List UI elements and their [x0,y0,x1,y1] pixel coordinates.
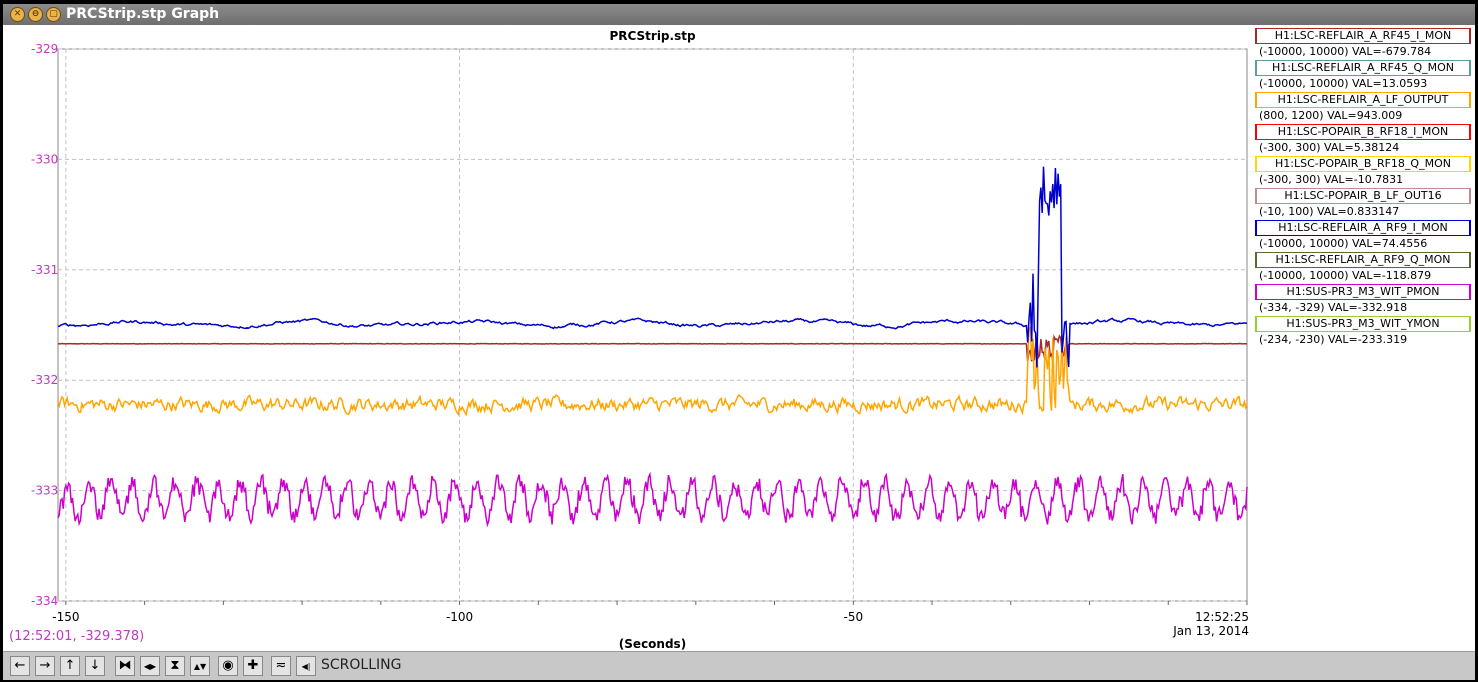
maximize-button[interactable]: ▢ [46,7,61,22]
legend-channel-name: H1:LSC-REFLAIR_A_RF45_I_MON [1255,28,1471,44]
maximize-icon: ▢ [49,9,58,19]
zoom-out-y-button[interactable]: ▲▼ [190,656,210,676]
minimize-button[interactable]: ⊖ [28,7,43,22]
legend-channel-range: (-234, -230) VAL=-233.319 [1259,333,1408,346]
legend-channel-name: H1:SUS-PR3_M3_WIT_PMON [1255,284,1471,300]
zoom-in-y-icon: ⧗ [170,658,180,673]
channel-legend: H1:LSC-REFLAIR_A_RF45_I_MON (-10000, 1000… [1255,28,1473,348]
arrow-left-icon: ← [14,658,26,673]
scroll-right-button[interactable]: → [35,656,55,676]
legend-channel-range: (-10000, 10000) VAL=13.0593 [1259,77,1428,90]
pan-icon: ≂ [275,658,287,673]
scroll-down-button[interactable]: ↓ [85,656,105,676]
y-tick-label: -329 [31,42,58,56]
y-tick-label: -332 [31,373,58,387]
strip-chart[interactable]: PRCStrip.stp (Seconds) -329 -330 -331 -332 -33… [3,25,1251,651]
y-tick-label: -330 [31,152,58,166]
scroll-mode-label: SCROLLING [321,657,402,673]
x-axis-label: (Seconds) [619,637,686,651]
legend-item[interactable]: H1:LSC-POPAIR_B_LF_OUT16 (-10, 100) VAL=0… [1255,188,1473,220]
toolbar: ← → ↑ ↓ ⧓ ◀▶ ⧗ ▲▼ ◉ ✚ ≂ ◀| SCROLLING [3,651,1475,680]
x-tick-label: -50 [843,610,863,624]
close-button[interactable]: ✕ [10,7,25,22]
zoom-in-y-button[interactable]: ⧗ [165,656,185,676]
strip-graph-window: ✕ ⊖ ▢ PRCStrip.stp Graph PRCStrip.stp (Seco… [3,4,1475,680]
legend-channel-range: (-10000, 10000) VAL=-118.879 [1259,269,1432,282]
zoom-out-x-icon: ◀▶ [143,662,157,671]
x-end-time-label: 12:52:25 [1195,610,1249,624]
legend-item[interactable]: H1:LSC-POPAIR_B_RF18_Q_MON (-300, 300) VA… [1255,156,1473,188]
arrow-down-icon: ↓ [89,658,101,673]
close-icon: ✕ [13,9,22,19]
legend-channel-range: (-10000, 10000) VAL=74.4556 [1259,237,1428,250]
zoom-out-x-button[interactable]: ◀▶ [140,656,160,676]
x-end-time-label: Jan 13, 2014 [1172,624,1249,638]
legend-item[interactable]: H1:SUS-PR3_M3_WIT_YMON (-234, -230) VAL=-… [1255,316,1473,348]
legend-channel-name: H1:LSC-POPAIR_B_LF_OUT16 [1255,188,1471,204]
legend-item[interactable]: H1:SUS-PR3_M3_WIT_PMON (-334, -329) VAL=-… [1255,284,1473,316]
minimize-icon: ⊖ [31,9,40,19]
legend-channel-name: H1:LSC-REFLAIR_A_RF45_Q_MON [1255,60,1471,76]
y-tick-label: -334 [31,594,58,608]
legend-channel-name: H1:LSC-POPAIR_B_RF18_I_MON [1255,124,1471,140]
auto-scale-button[interactable]: ✚ [243,656,263,676]
scroll-left-button[interactable]: ← [10,656,30,676]
legend-channel-range: (-334, -329) VAL=-332.918 [1259,301,1408,314]
legend-channel-name: H1:LSC-POPAIR_B_RF18_Q_MON [1255,156,1471,172]
legend-item[interactable]: H1:LSC-REFLAIR_A_RF9_Q_MON (-10000, 10000… [1255,252,1473,284]
zoom-in-x-button[interactable]: ⧓ [115,656,135,676]
legend-item[interactable]: H1:LSC-POPAIR_B_RF18_I_MON (-300, 300) VA… [1255,124,1473,156]
legend-channel-range: (-10, 100) VAL=0.833147 [1259,205,1400,218]
plus-icon: ✚ [247,658,259,673]
legend-item[interactable]: H1:LSC-REFLAIR_A_RF45_I_MON (-10000, 1000… [1255,28,1473,60]
arrow-right-icon: → [39,658,51,673]
y-tick-label: -333 [31,484,58,498]
y-tick-label: -331 [31,263,58,277]
legend-channel-range: (-300, 300) VAL=5.38124 [1259,141,1400,154]
legend-item[interactable]: H1:LSC-REFLAIR_A_RF45_Q_MON (-10000, 1000… [1255,60,1473,92]
scroll-toggle-icon: ◀| [301,662,311,671]
legend-channel-name: H1:SUS-PR3_M3_WIT_YMON [1255,316,1471,332]
legend-channel-range: (-300, 300) VAL=-10.7831 [1259,173,1404,186]
cursor-coordinates-readout: (12:52:01, -329.378) [9,629,145,644]
legend-channel-name: H1:LSC-REFLAIR_A_RF9_Q_MON [1255,252,1471,268]
scroll-up-button[interactable]: ↑ [60,656,80,676]
zoom-box-button[interactable]: ◉ [218,656,238,676]
legend-item[interactable]: H1:LSC-REFLAIR_A_LF_OUTPUT (800, 1200) VA… [1255,92,1473,124]
chart-title: PRCStrip.stp [609,29,696,43]
title-bar[interactable]: ✕ ⊖ ▢ PRCStrip.stp Graph [3,4,1475,25]
legend-channel-name: H1:LSC-REFLAIR_A_LF_OUTPUT [1255,92,1471,108]
arrow-up-icon: ↑ [64,658,76,673]
legend-channel-name: H1:LSC-REFLAIR_A_RF9_I_MON [1255,220,1471,236]
legend-channel-range: (800, 1200) VAL=943.009 [1259,109,1403,122]
legend-item[interactable]: H1:LSC-REFLAIR_A_RF9_I_MON (-10000, 10000… [1255,220,1473,252]
legend-channel-range: (-10000, 10000) VAL=-679.784 [1259,45,1432,58]
x-tick-label: -150 [52,610,79,624]
scrolling-toggle-button[interactable]: ◀| [296,656,316,676]
window-title: PRCStrip.stp Graph [66,6,220,22]
pan-button[interactable]: ≂ [271,656,291,676]
zoom-box-icon: ◉ [222,658,234,673]
x-tick-label: -100 [446,610,473,624]
zoom-in-x-icon: ⧓ [118,658,132,673]
zoom-out-y-icon: ▲▼ [193,662,207,671]
